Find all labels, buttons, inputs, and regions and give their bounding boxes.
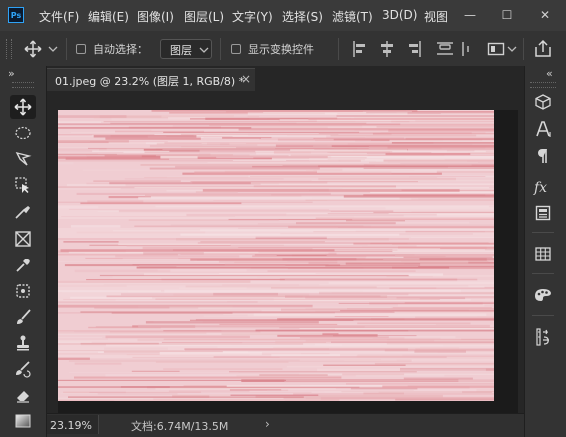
eyedropper-tool[interactable] (10, 253, 36, 277)
menu-select[interactable]: 选择(S) (282, 8, 323, 25)
healing-brush-icon (16, 284, 30, 298)
frame-layout-icon[interactable] (487, 40, 505, 58)
share-icon[interactable] (534, 39, 552, 58)
properties-icon (535, 205, 551, 221)
swatches-panel-button[interactable] (530, 242, 556, 266)
adjustments-icon (536, 328, 549, 346)
canvas-shadow (58, 401, 518, 413)
lasso-tool[interactable] (10, 147, 36, 171)
distribute-icon[interactable] (460, 40, 478, 58)
history-brush-icon (16, 361, 31, 378)
color-panel-button[interactable] (530, 283, 556, 307)
clone-stamp-tool[interactable] (10, 331, 36, 355)
history-brush-tool[interactable] (10, 357, 36, 381)
adjustments-panel-button[interactable] (530, 325, 556, 349)
auto-select-checkbox[interactable] (76, 44, 86, 54)
auto-select-target-value: 图层 (170, 44, 192, 57)
panel-group-divider (532, 315, 554, 316)
tools-grip[interactable] (12, 82, 34, 88)
crop-tool[interactable] (10, 201, 36, 225)
svg-text:fx: fx (533, 180, 547, 196)
zoom-level-value: 23.19% (50, 419, 92, 432)
menu-filter[interactable]: 滤镜(T) (332, 8, 373, 25)
color-icon (535, 289, 551, 301)
menu-view[interactable]: 视图 (424, 8, 448, 25)
frame-chevron-down-icon[interactable] (507, 45, 517, 53)
clone-stamp-icon (17, 335, 29, 351)
frame-tool[interactable] (10, 227, 36, 251)
minimize-button[interactable]: — (460, 6, 480, 24)
show-transform-label: 显示变换控件 (248, 43, 314, 56)
paragraph-panel-button[interactable] (530, 144, 556, 168)
menu-image[interactable]: 图像(I) (137, 8, 174, 25)
status-bar (47, 413, 524, 437)
panel-group-divider (532, 232, 554, 233)
character-icon (536, 121, 551, 137)
menu-edit[interactable]: 编辑(E) (88, 8, 129, 25)
close-tab-button[interactable]: × (241, 72, 251, 86)
move-icon (14, 98, 32, 116)
eraser-tool[interactable] (10, 383, 36, 407)
frame-icon (15, 231, 31, 247)
panel-grip[interactable] (530, 82, 556, 88)
document-size-info[interactable]: 文档:6.74M/13.5M (131, 418, 228, 434)
show-transform-checkbox[interactable] (231, 44, 241, 54)
menu-layer[interactable]: 图层(L) (184, 8, 224, 25)
menu-type[interactable]: 文字(Y) (232, 8, 273, 25)
crop-icon (15, 205, 31, 219)
align-left-icon[interactable] (352, 40, 368, 58)
object-selection-tool[interactable] (10, 173, 36, 197)
swatches-icon (535, 247, 551, 261)
align-right-icon[interactable] (406, 40, 422, 58)
panel-group-divider (532, 273, 554, 274)
gradient-tool[interactable] (10, 409, 36, 433)
brush-tool[interactable] (10, 305, 36, 329)
gradient-icon (15, 414, 31, 428)
object-selection-icon (15, 177, 29, 193)
canvas-shadow (494, 110, 518, 413)
3d-panel-button[interactable] (530, 90, 556, 114)
fx-icon: fx (533, 180, 547, 196)
elliptical-marquee-tool[interactable] (10, 121, 36, 145)
brush-icon (17, 309, 31, 324)
document-tab-title: 01.jpeg @ 23.2% (图层 1, RGB/8) * (55, 75, 245, 88)
options-divider (220, 38, 221, 60)
status-menu-arrow[interactable]: › (265, 417, 270, 431)
options-grip[interactable] (6, 39, 12, 59)
menu-3d[interactable]: 3D(D) (382, 8, 417, 22)
collapse-tools-button[interactable]: » (8, 67, 15, 80)
pink-texture-image (58, 110, 494, 401)
styles-panel-button[interactable]: fx (530, 175, 556, 199)
character-panel-button[interactable] (530, 117, 556, 141)
healing-brush-tool[interactable] (10, 279, 36, 303)
menu-file[interactable]: 文件(F) (39, 8, 79, 25)
photoshop-logo[interactable]: Ps (8, 7, 24, 23)
chevron-down-icon (199, 47, 209, 53)
3d-icon (535, 94, 551, 110)
close-window-button[interactable]: ✕ (535, 6, 555, 24)
tool-preset-chevron-down-icon[interactable] (48, 45, 58, 53)
eyedropper-icon (16, 259, 30, 272)
align-top-icon[interactable] (436, 40, 454, 58)
move-tool[interactable] (10, 95, 36, 119)
collapse-panels-button[interactable]: « (546, 67, 553, 80)
maximize-button[interactable]: ☐ (497, 6, 517, 24)
eraser-icon (17, 391, 29, 403)
auto-select-label: 自动选择： (93, 43, 148, 56)
options-divider (66, 38, 67, 60)
options-divider (523, 38, 524, 60)
paragraph-icon (538, 149, 547, 163)
document-canvas-image[interactable] (58, 110, 494, 401)
lasso-icon (15, 151, 32, 166)
align-horizontal-center-icon[interactable] (379, 40, 395, 58)
options-divider (338, 38, 339, 60)
elliptical-marquee-icon (15, 126, 31, 140)
properties-panel-button[interactable] (530, 201, 556, 225)
move-tool-preset-icon[interactable] (24, 40, 42, 58)
